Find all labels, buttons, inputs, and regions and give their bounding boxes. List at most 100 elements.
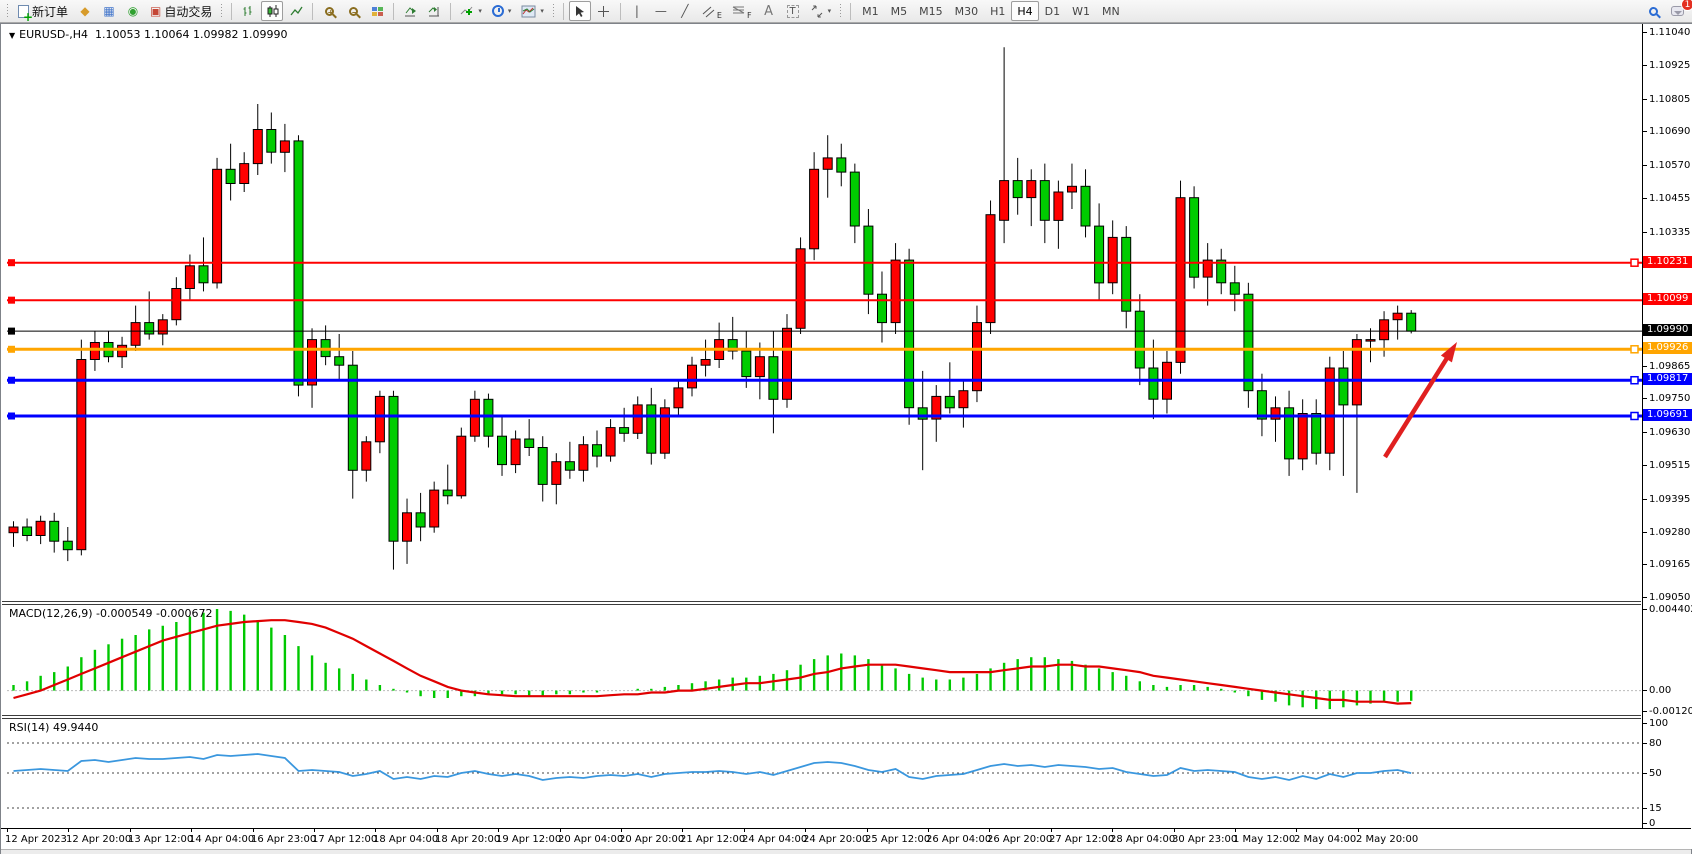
- metaeditor-button[interactable]: ◆: [74, 1, 96, 21]
- fibonacci-tool-button[interactable]: F: [728, 1, 756, 21]
- zoom-in-button[interactable]: +: [318, 1, 340, 21]
- candle-body: [538, 448, 547, 485]
- price-tick-label: 1.09865: [1643, 361, 1690, 372]
- macd-pane[interactable]: [7, 605, 1642, 715]
- arrows-tool-button[interactable]: ▾: [806, 1, 836, 21]
- channel-tool-button[interactable]: E: [698, 1, 726, 21]
- autotrading-icon: ▣: [150, 4, 161, 18]
- tile-windows-button[interactable]: [366, 1, 388, 21]
- timeframe-group: M1M5M15M30H1H4D1W1MN: [856, 1, 1126, 21]
- time-tick-mark: [744, 829, 745, 832]
- new-order-button[interactable]: 新订单: [14, 1, 72, 21]
- dropdown-caret-icon: ▾: [540, 7, 544, 15]
- chart-symbol-label: EURUSD-,H4: [19, 28, 88, 41]
- candle-body: [308, 340, 317, 385]
- price-tag: 1.10231: [1643, 256, 1692, 268]
- time-tick-mark: [1296, 829, 1297, 832]
- tile-windows-icon: [372, 7, 383, 16]
- candle-body: [484, 399, 493, 436]
- time-tick-mark: [1112, 829, 1113, 832]
- candle-body: [891, 260, 900, 323]
- text-tool-button[interactable]: A: [758, 1, 780, 21]
- candle-body: [50, 521, 59, 541]
- candle-body: [1027, 181, 1036, 198]
- notification-badge: 1: [1681, 0, 1692, 11]
- bar-chart-button[interactable]: [237, 1, 259, 21]
- time-tick-label: 26 Apr 04:00: [926, 834, 991, 845]
- crosshair-icon: [597, 5, 610, 18]
- timeframe-w1[interactable]: W1: [1066, 1, 1096, 21]
- time-tick-mark: [375, 829, 376, 832]
- candle-body: [878, 294, 887, 322]
- time-tick-label: 30 Apr 23:00: [1172, 834, 1237, 845]
- time-tick-label: 19 Apr 12:00: [496, 834, 561, 845]
- search-button[interactable]: [1642, 1, 1664, 21]
- toolbar-grip[interactable]: [220, 3, 224, 19]
- signals-icon: ◉: [128, 4, 138, 18]
- price-tag: 1.09817: [1643, 373, 1692, 385]
- trendline-tool-button[interactable]: ╱: [674, 1, 696, 21]
- timeframe-h1[interactable]: H1: [984, 1, 1011, 21]
- separator: [850, 3, 851, 20]
- horizontal-line-tool-button[interactable]: —: [650, 1, 672, 21]
- toolbar-grip[interactable]: [6, 3, 10, 19]
- line-chart-button[interactable]: [285, 1, 307, 21]
- candle-body: [945, 396, 954, 407]
- price-tick-label: 50: [1643, 768, 1662, 779]
- candle-body: [335, 357, 344, 366]
- timeframe-m1[interactable]: M1: [856, 1, 885, 21]
- price-tick-label: 1.09280: [1643, 527, 1690, 538]
- timeframe-m15[interactable]: M15: [913, 1, 949, 21]
- time-axis[interactable]: 12 Apr 202312 Apr 20:0013 Apr 12:0014 Ap…: [1, 828, 1691, 849]
- time-tick-mark: [682, 829, 683, 832]
- vertical-line-tool-button[interactable]: |: [626, 1, 648, 21]
- time-tick-label: 2 May 20:00: [1356, 834, 1418, 845]
- trend-arrow-annotation[interactable]: [1385, 342, 1457, 457]
- templates-button[interactable]: ▾: [517, 1, 548, 21]
- new-order-label: 新订单: [32, 3, 68, 20]
- time-tick-label: 26 Apr 20:00: [987, 834, 1052, 845]
- line-handle: [8, 377, 15, 384]
- main-price-pane[interactable]: [7, 25, 1642, 601]
- separator: [312, 3, 313, 20]
- toolbar-grip[interactable]: [552, 3, 556, 19]
- timeframe-m30[interactable]: M30: [949, 1, 985, 21]
- autotrading-button[interactable]: ▣ 自动交易: [146, 1, 216, 21]
- timeframe-m5[interactable]: M5: [885, 1, 914, 21]
- cursor-tool-button[interactable]: [569, 1, 591, 21]
- mobile-app-button[interactable]: ▦: [98, 1, 120, 21]
- price-tick-label: 0.00: [1643, 685, 1671, 696]
- new-order-icon: [18, 5, 29, 18]
- chart-title: ▼EURUSD-,H4 1.10053 1.10064 1.09982 1.09…: [9, 28, 288, 41]
- metaeditor-icon: ◆: [80, 4, 89, 18]
- candle-body: [131, 323, 140, 346]
- crosshair-tool-button[interactable]: [593, 1, 615, 21]
- candle-body: [172, 289, 181, 320]
- price-tick-label: 1.10455: [1643, 193, 1690, 204]
- chart-shift-icon: [427, 5, 441, 18]
- notifications-button[interactable]: 1: [1666, 1, 1688, 21]
- indicators-button[interactable]: ▾: [456, 1, 486, 21]
- price-tag: 1.09990: [1643, 324, 1692, 336]
- timeframe-h4[interactable]: H4: [1011, 1, 1038, 21]
- candle-body: [36, 521, 45, 535]
- signals-button[interactable]: ◉: [122, 1, 144, 21]
- zoom-out-button[interactable]: −: [342, 1, 364, 21]
- timeframe-d1[interactable]: D1: [1039, 1, 1066, 21]
- line-handle: [8, 259, 15, 266]
- candlestick-chart-button[interactable]: [261, 1, 283, 21]
- rsi-pane[interactable]: [7, 719, 1642, 828]
- text-label-tool-button[interactable]: T: [782, 1, 804, 21]
- time-tick-label: 16 Apr 23:00: [251, 834, 316, 845]
- price-axis[interactable]: 1.110401.109251.108051.106901.105701.104…: [1643, 24, 1692, 849]
- chart-shift-button[interactable]: [423, 1, 445, 21]
- candle-body: [620, 428, 629, 434]
- auto-scroll-button[interactable]: [399, 1, 421, 21]
- candle-body: [755, 357, 764, 377]
- periods-button[interactable]: ▾: [488, 1, 516, 21]
- timeframe-mn[interactable]: MN: [1096, 1, 1126, 21]
- candle-body: [389, 396, 398, 541]
- separator: [231, 3, 232, 20]
- price-tick-label: 1.09515: [1643, 460, 1690, 471]
- toolbar-grip[interactable]: [839, 3, 843, 19]
